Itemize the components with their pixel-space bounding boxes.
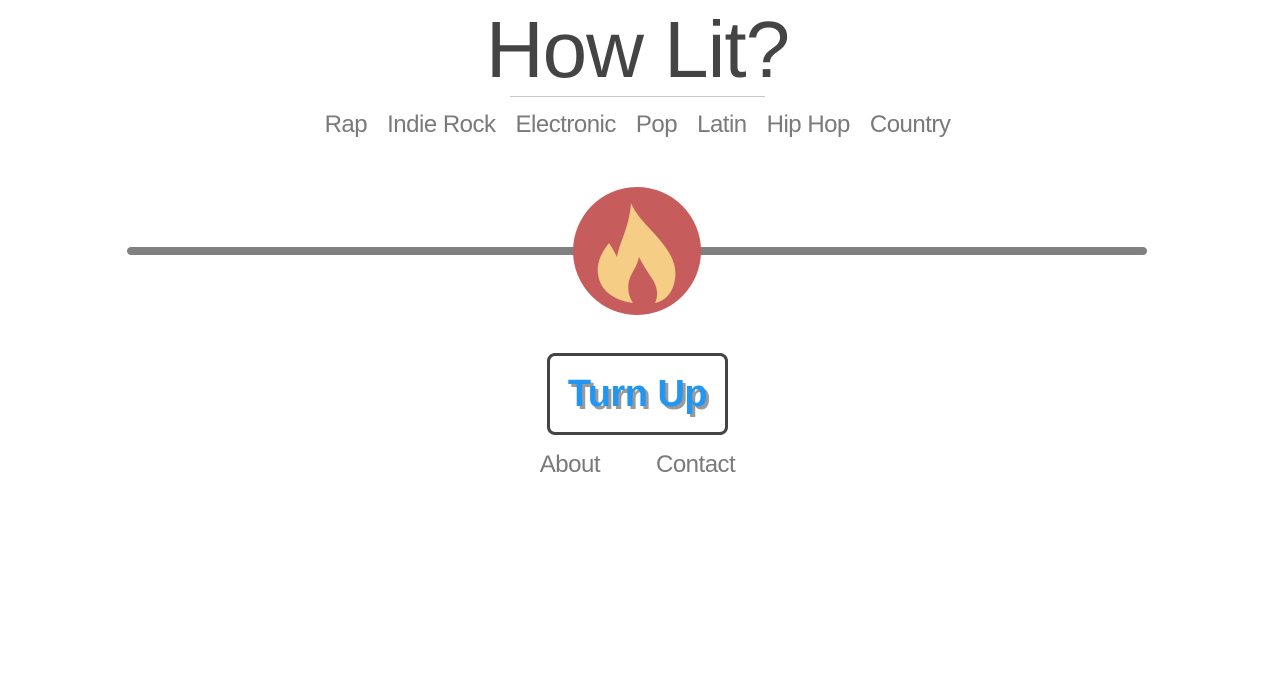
genre-link-pop[interactable]: Pop xyxy=(626,110,687,140)
genre-nav: Rap Indie Rock Electronic Pop Latin Hip … xyxy=(0,110,1275,140)
genre-link-indie-rock[interactable]: Indie Rock xyxy=(377,110,505,140)
contact-link[interactable]: Contact xyxy=(656,450,736,480)
genre-link-rap[interactable]: Rap xyxy=(315,110,378,140)
genre-link-hip-hop[interactable]: Hip Hop xyxy=(757,110,860,140)
page-title: How Lit? xyxy=(485,5,790,94)
turn-up-button[interactable]: Turn Up xyxy=(547,353,728,435)
title-divider xyxy=(510,96,765,97)
slider-handle[interactable] xyxy=(573,187,701,315)
genre-link-electronic[interactable]: Electronic xyxy=(506,110,626,140)
turn-up-label: Turn Up xyxy=(567,372,708,415)
genre-link-country[interactable]: Country xyxy=(860,110,961,140)
footer-nav: About Contact xyxy=(0,450,1275,480)
page: How Lit? Rap Indie Rock Electronic Pop L… xyxy=(0,0,1275,690)
lit-slider[interactable] xyxy=(0,186,1275,316)
about-link[interactable]: About xyxy=(540,450,601,480)
flame-icon xyxy=(597,203,676,303)
genre-link-latin[interactable]: Latin xyxy=(687,110,757,140)
